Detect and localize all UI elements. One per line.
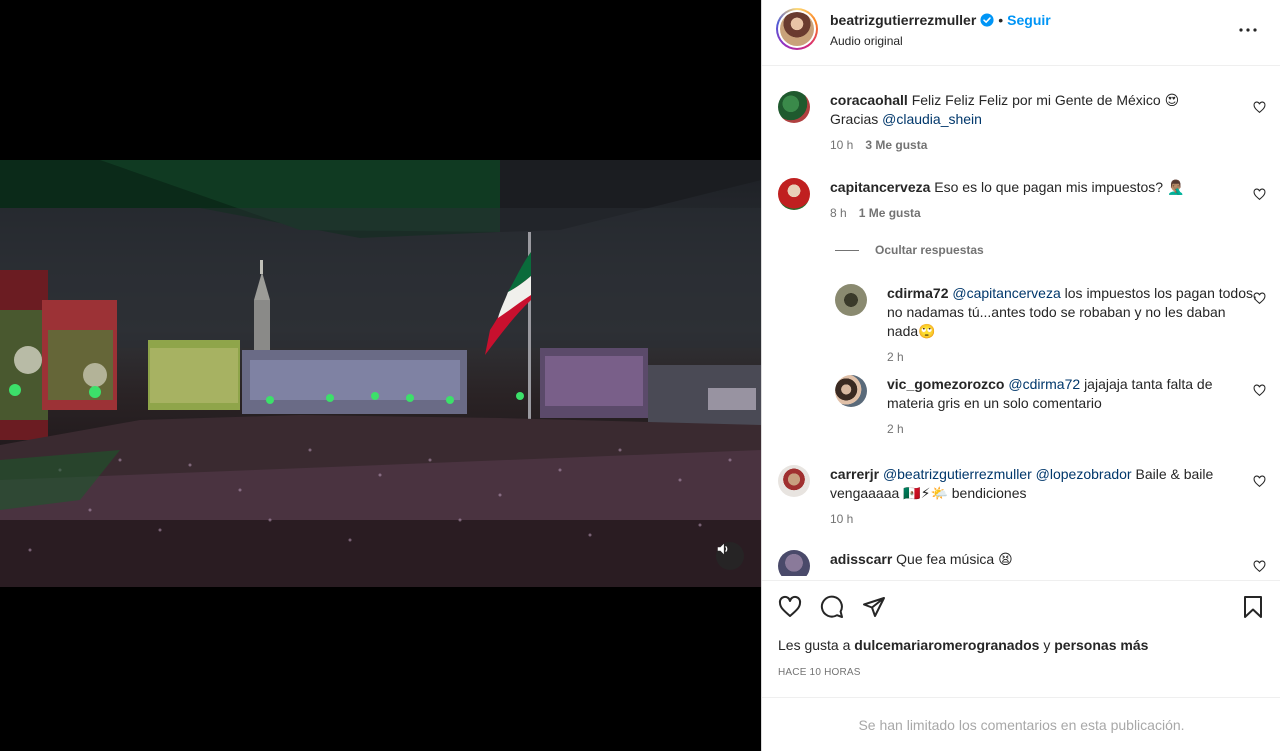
comment-time[interactable]: 10 h: [830, 510, 853, 529]
author-username[interactable]: beatrizgutierrezmuller: [830, 12, 976, 28]
comment-username[interactable]: adisscarr: [830, 551, 892, 567]
reply-time[interactable]: 2 h: [887, 348, 904, 367]
comment-username[interactable]: coracaohall: [830, 92, 908, 108]
more-options-button[interactable]: [1236, 20, 1260, 40]
comment-avatar[interactable]: [778, 465, 810, 497]
speaker-icon: [717, 543, 728, 555]
post-timestamp[interactable]: HACE 10 HORAS: [778, 667, 1265, 678]
comment: capitancerveza Eso es lo que pagan mis i…: [778, 178, 1230, 223]
heart-icon[interactable]: [1253, 292, 1266, 305]
reply-time[interactable]: 2 h: [887, 420, 904, 439]
more-options-icon: [1239, 28, 1257, 32]
heart-icon[interactable]: [778, 595, 802, 619]
audio-label[interactable]: Audio original: [830, 34, 1051, 48]
likes-summary: Les gusta a dulcemariaromerogranados y p…: [778, 637, 1265, 653]
comment-mention[interactable]: @beatrizgutierrezmuller: [883, 466, 1032, 482]
post-header: beatrizgutierrezmuller • Seguir Audio or…: [762, 0, 1280, 66]
reply-username[interactable]: vic_gomezorozco: [887, 376, 1004, 392]
comment-likes[interactable]: 1 Me gusta: [859, 204, 921, 223]
reply-avatar[interactable]: [835, 284, 867, 316]
likes-prefix: Les gusta a: [778, 637, 851, 653]
hide-replies-button[interactable]: Ocultar respuestas: [835, 243, 984, 257]
separator-dot: •: [998, 12, 1004, 28]
comment-mention[interactable]: @lopezobrador: [1036, 466, 1132, 482]
follow-button[interactable]: Seguir: [1007, 12, 1051, 28]
heart-icon[interactable]: [1253, 384, 1266, 397]
comment-text: Que fea música 😫: [896, 551, 1013, 567]
liker-username[interactable]: dulcemariaromerogranados: [854, 637, 1039, 653]
comment: carrerjr @beatrizgutierrezmuller @lopezo…: [778, 465, 1230, 529]
reply: vic_gomezorozco @cdirma72 jajajaja tanta…: [835, 375, 1259, 439]
comment-username[interactable]: carrerjr: [830, 466, 879, 482]
heart-icon[interactable]: [1253, 188, 1266, 201]
heart-icon[interactable]: [1253, 101, 1266, 114]
post-sidebar: beatrizgutierrezmuller • Seguir Audio or…: [761, 0, 1280, 751]
author-avatar[interactable]: [776, 8, 818, 50]
reply-mention[interactable]: @capitancerveza: [952, 285, 1060, 301]
comments-list[interactable]: coracaohall Feliz Feliz Feliz por mi Gen…: [762, 66, 1280, 576]
comment-likes[interactable]: 3 Me gusta: [865, 136, 927, 155]
hide-replies-label: Ocultar respuestas: [875, 243, 984, 257]
verified-badge-icon: [980, 13, 994, 27]
reply: cdirma72 @capitancerveza los impuestos l…: [835, 284, 1259, 367]
comment: adisscarr Que fea música 😫: [778, 550, 1230, 576]
comment-username[interactable]: capitancerveza: [830, 179, 930, 195]
mute-toggle-button[interactable]: [716, 542, 744, 570]
others-likes-link[interactable]: personas más: [1054, 637, 1148, 653]
zocalo-concert-scene: [0, 160, 761, 587]
comment-time[interactable]: 10 h: [830, 136, 853, 155]
share-icon[interactable]: [862, 595, 886, 619]
comments-limited-notice: Se han limitado los comentarios en esta …: [762, 697, 1280, 751]
reply-avatar[interactable]: [835, 375, 867, 407]
comment-avatar[interactable]: [778, 550, 810, 576]
likes-conjunction: y: [1043, 637, 1051, 653]
comment: coracaohall Feliz Feliz Feliz por mi Gen…: [778, 91, 1230, 155]
comment-mention[interactable]: @claudia_shein: [882, 111, 982, 127]
comment-avatar[interactable]: [778, 178, 810, 210]
comment-time[interactable]: 8 h: [830, 204, 847, 223]
post-actions: Les gusta a dulcemariaromerogranados y p…: [762, 580, 1280, 697]
media-pane: [0, 0, 761, 751]
heart-icon[interactable]: [1253, 560, 1266, 573]
comment-icon[interactable]: [820, 595, 844, 619]
post-viewer: beatrizgutierrezmuller • Seguir Audio or…: [0, 0, 1280, 751]
video-player[interactable]: [0, 160, 761, 587]
bookmark-icon[interactable]: [1241, 595, 1265, 619]
comment-avatar[interactable]: [778, 91, 810, 123]
comment-text: Eso es lo que pagan mis impuestos? 🤦🏽‍♂️: [934, 179, 1185, 195]
divider-line: [835, 249, 859, 251]
reply-username[interactable]: cdirma72: [887, 285, 948, 301]
reply-mention[interactable]: @cdirma72: [1008, 376, 1080, 392]
heart-icon[interactable]: [1253, 475, 1266, 488]
